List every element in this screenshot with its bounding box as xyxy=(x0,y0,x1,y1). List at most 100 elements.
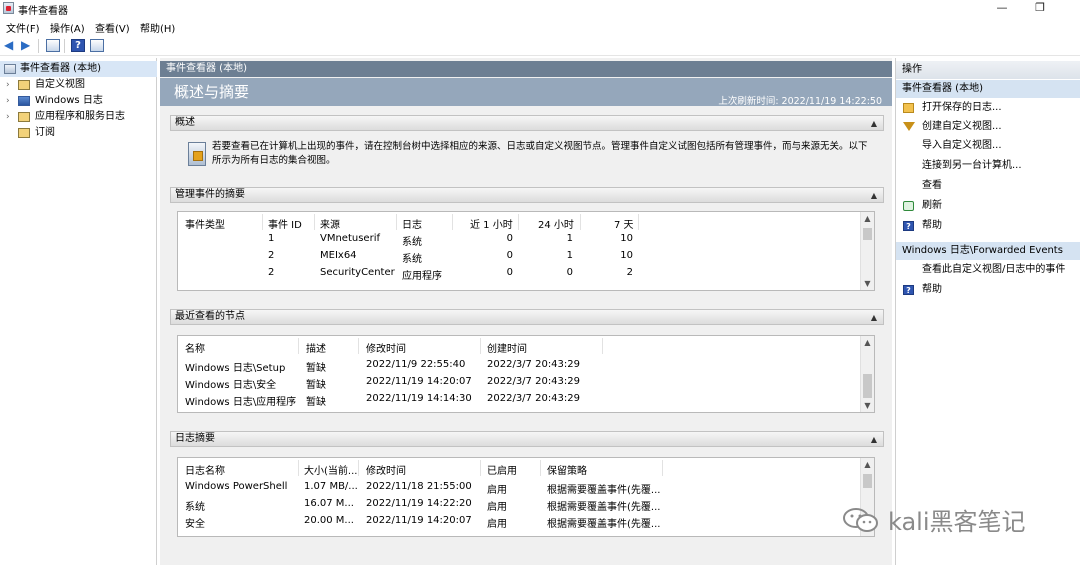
cell-enabled: 启用 xyxy=(487,502,507,513)
action-label: 连接到另一台计算机... xyxy=(922,160,1022,171)
cell-retention: 根据需要覆盖事件(先覆... xyxy=(547,485,661,496)
cell-event-id: 2 xyxy=(268,267,275,278)
cell-created: 2022/3/7 20:43:29 xyxy=(487,359,581,370)
column-header[interactable]: 创建时间 xyxy=(487,340,527,355)
event-viewer-icon xyxy=(3,2,14,14)
chevron-right-icon[interactable]: › xyxy=(6,93,10,109)
scroll-down-icon[interactable]: ▼ xyxy=(861,277,874,290)
tree-item-subscriptions[interactable]: 订阅 xyxy=(0,125,157,141)
column-header[interactable]: 已启用 xyxy=(487,462,517,477)
column-header[interactable]: 事件 ID xyxy=(268,216,302,231)
cell-source: MEIx64 xyxy=(320,250,357,261)
collapse-icon[interactable]: ▲ xyxy=(871,117,877,131)
import-custom-view-action[interactable]: 导入自定义视图... xyxy=(896,137,1080,155)
column-header[interactable]: 名称 xyxy=(185,340,205,355)
column-header[interactable]: 保留策略 xyxy=(547,462,587,477)
column-header[interactable]: 来源 xyxy=(320,216,340,231)
chevron-right-icon[interactable]: › xyxy=(6,109,10,125)
scroll-up-icon[interactable]: ▲ xyxy=(861,212,874,225)
help-icon: ? xyxy=(903,285,914,295)
help-icon[interactable]: ? xyxy=(71,39,85,52)
recent-nodes-scrollbar[interactable]: ▲ ▼ xyxy=(860,336,874,412)
scroll-thumb[interactable] xyxy=(863,228,872,240)
action-pane-icon[interactable] xyxy=(90,39,104,52)
column-header[interactable]: 大小(当前... xyxy=(304,462,357,477)
tree-item-custom-views[interactable]: › 自定义视图 xyxy=(0,77,157,93)
column-header[interactable]: 修改时间 xyxy=(366,340,406,355)
title-bar: 事件查看器 — ❐ xyxy=(0,0,1080,17)
cell-name: Windows 日志\安全 xyxy=(185,380,277,391)
overview-section-header[interactable]: 概述 ▲ xyxy=(170,115,884,131)
recent-nodes-section-header[interactable]: 最近查看的节点 ▲ xyxy=(170,309,884,325)
column-header[interactable]: 日志 xyxy=(402,216,422,231)
action-label: 查看此自定义视图/日志中的事件 xyxy=(922,264,1066,275)
wechat-icon xyxy=(843,508,878,532)
section-title: 日志摘要 xyxy=(175,433,215,444)
cell-retention: 根据需要覆盖事件(先覆... xyxy=(547,502,661,513)
cell-last-hour: 0 xyxy=(506,233,513,244)
column-header[interactable]: 事件类型 xyxy=(185,216,225,231)
collapse-icon[interactable]: ▲ xyxy=(871,189,877,203)
restore-button[interactable]: ❐ xyxy=(1020,0,1060,17)
help-action[interactable]: ? 帮助 xyxy=(896,217,1080,235)
menu-help[interactable]: 帮助(H) xyxy=(140,20,175,35)
section-title: 管理事件的摘要 xyxy=(175,189,245,200)
minimize-button[interactable]: — xyxy=(982,0,1022,17)
tree-item-app-service-logs[interactable]: › 应用程序和服务日志 xyxy=(0,109,157,125)
cell-24h: 1 xyxy=(566,250,573,261)
column-header[interactable]: 描述 xyxy=(306,340,326,355)
actions-group-forwarded[interactable]: Windows 日志\Forwarded Events xyxy=(896,242,1080,260)
scroll-thumb[interactable] xyxy=(863,374,872,398)
cell-enabled: 启用 xyxy=(487,519,507,530)
menu-view[interactable]: 查看(V) xyxy=(95,20,130,35)
scroll-thumb[interactable] xyxy=(863,474,872,488)
tree-item-root[interactable]: 事件查看器 (本地) xyxy=(0,61,157,77)
column-header[interactable]: 日志名称 xyxy=(185,462,225,477)
column-header[interactable]: 7 天 xyxy=(614,216,634,231)
console-tree-icon[interactable] xyxy=(46,39,60,52)
collapse-icon[interactable]: ▲ xyxy=(871,311,877,325)
action-label: 查看 xyxy=(922,180,942,191)
scroll-up-icon[interactable]: ▲ xyxy=(861,336,874,349)
cell-7d: 10 xyxy=(620,233,633,244)
column-header[interactable]: 修改时间 xyxy=(366,462,406,477)
tree-item-windows-logs[interactable]: › Windows 日志 xyxy=(0,93,157,109)
column-header[interactable]: 近 1 小时 xyxy=(470,216,513,231)
refresh-action[interactable]: 刷新 xyxy=(896,197,1080,215)
actions-group-local[interactable]: 事件查看器 (本地) xyxy=(896,80,1080,98)
cell-24h: 0 xyxy=(566,267,573,278)
log-summary-section-header[interactable]: 日志摘要 ▲ xyxy=(170,431,884,447)
chevron-right-icon[interactable]: › xyxy=(6,77,10,93)
create-custom-view-action[interactable]: 创建自定义视图... xyxy=(896,118,1080,136)
center-pane-header: 事件查看器 (本地) xyxy=(160,61,892,77)
column-header[interactable]: 24 小时 xyxy=(538,216,574,231)
folder-open-icon xyxy=(903,103,914,113)
center-pane: 事件查看器 (本地) 概述与摘要 上次刷新时间: 2022/11/19 14:2… xyxy=(160,58,892,565)
collapse-icon[interactable]: ▲ xyxy=(871,433,877,447)
cell-last-hour: 0 xyxy=(506,267,513,278)
section-title: 最近查看的节点 xyxy=(175,311,245,322)
cell-log-name: 系统 xyxy=(185,502,205,513)
admin-summary-scrollbar[interactable]: ▲ ▼ xyxy=(860,212,874,290)
scroll-down-icon[interactable]: ▼ xyxy=(861,399,874,412)
menu-action[interactable]: 操作(A) xyxy=(50,20,85,35)
admin-summary-section-header[interactable]: 管理事件的摘要 ▲ xyxy=(170,187,884,203)
help-action-2[interactable]: ? 帮助 xyxy=(896,281,1080,299)
forward-arrow-icon[interactable]: ▶ xyxy=(21,39,35,52)
cell-last-hour: 0 xyxy=(506,250,513,261)
view-events-action[interactable]: 查看此自定义视图/日志中的事件 xyxy=(896,261,1080,279)
menu-file[interactable]: 文件(F) xyxy=(6,20,40,35)
cell-created: 2022/3/7 20:43:29 xyxy=(487,393,581,404)
action-label: 帮助 xyxy=(922,284,942,295)
connect-computer-action[interactable]: 连接到另一台计算机... xyxy=(896,157,1080,175)
overview-text: 若要查看已在计算机上出现的事件，请在控制台树中选择相应的来源、日志或自定义视图节… xyxy=(212,141,868,166)
cell-7d: 10 xyxy=(620,250,633,261)
scroll-up-icon[interactable]: ▲ xyxy=(861,458,874,471)
back-arrow-icon[interactable]: ◀ xyxy=(4,39,18,52)
open-saved-log-action[interactable]: 打开保存的日志... xyxy=(896,99,1080,117)
view-action[interactable]: 查看 xyxy=(896,177,1080,195)
cell-modified: 2022/11/18 21:55:00 xyxy=(366,481,472,492)
cell-source: VMnetuserif xyxy=(320,233,380,244)
refresh-icon xyxy=(903,201,914,211)
folder-icon xyxy=(18,112,30,122)
